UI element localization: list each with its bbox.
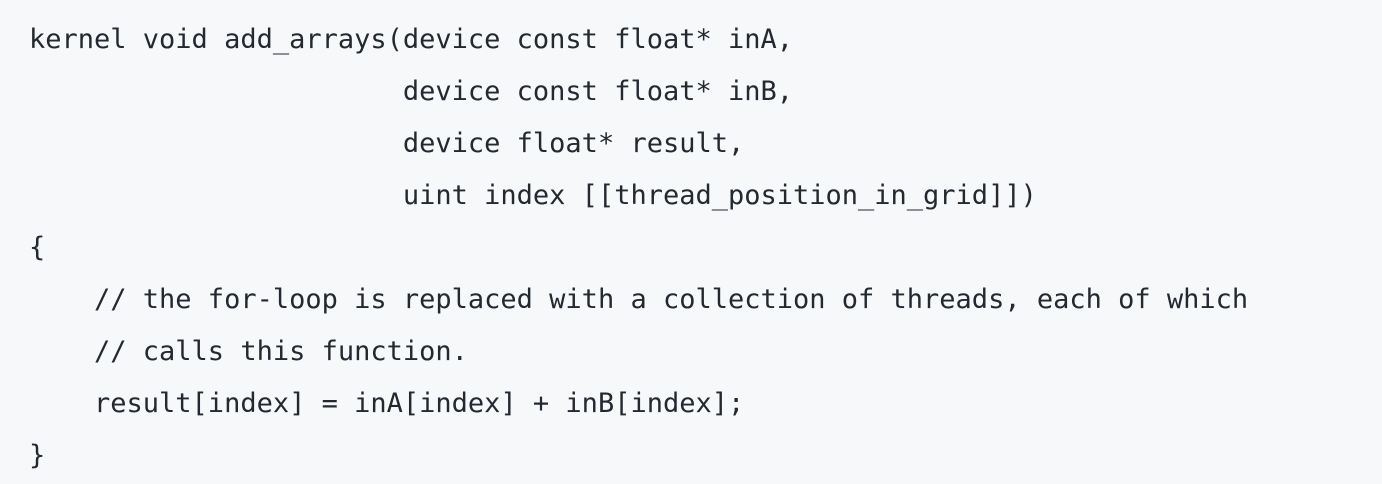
code-line-closing-brace: } — [29, 440, 46, 471]
code-line-opening-brace: { — [29, 232, 46, 263]
code-line-comment-first: // the for-loop is replaced with a colle… — [29, 284, 1249, 315]
code-line-index-parameter: uint index [[thread_position_in_grid]]) — [29, 180, 1037, 211]
code-line-comment-second: // calls this function. — [29, 336, 468, 367]
code-line-kernel-signature: kernel void add_arrays(device const floa… — [29, 24, 794, 55]
code-line-input-b-parameter: device const float* inB, — [29, 76, 794, 107]
code-line-addition-statement: result[index] = inA[index] + inB[index]; — [29, 388, 745, 419]
code-block: kernel void add_arrays(device const floa… — [0, 0, 1382, 484]
code-line-result-parameter: device float* result, — [29, 128, 745, 159]
